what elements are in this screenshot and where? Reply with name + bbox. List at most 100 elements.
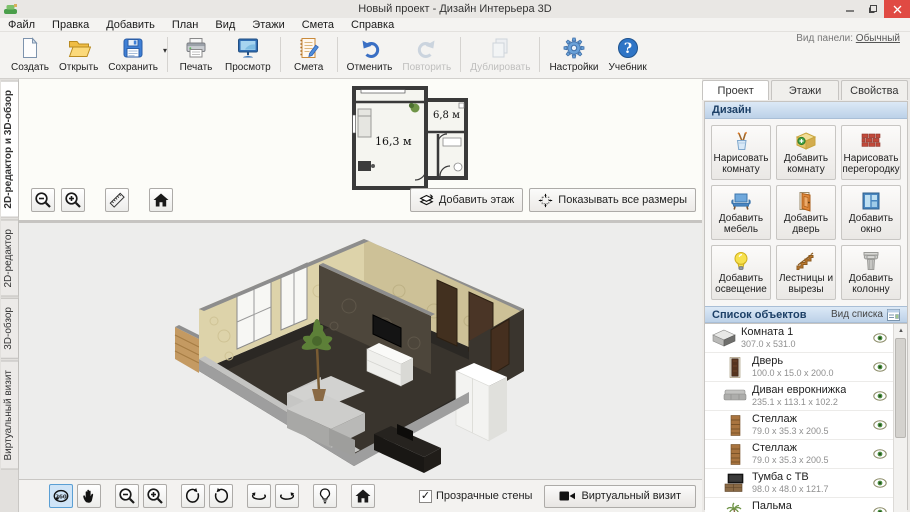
- visibility-eye-icon[interactable]: [873, 333, 887, 346]
- duplicate-icon: [488, 36, 512, 60]
- add-floor-button[interactable]: Добавить этаж: [410, 188, 523, 212]
- plan-2d-canvas[interactable]: 16,3 м 6,8 м Добавить этаж Показывать в: [19, 79, 702, 220]
- menu-add[interactable]: Добавить: [106, 19, 155, 31]
- visibility-eye-icon[interactable]: [873, 478, 887, 491]
- menu-plan[interactable]: План: [172, 19, 199, 31]
- estimate-notepad-icon: [297, 36, 321, 60]
- undo-button[interactable]: Отменить: [342, 34, 398, 78]
- orbit-left-button[interactable]: [247, 484, 271, 508]
- reset-view-button[interactable]: [351, 484, 375, 508]
- draw-room-button[interactable]: Нарисовать комнату: [711, 125, 771, 180]
- menu-file[interactable]: Файл: [8, 19, 35, 31]
- object-row-shelf[interactable]: Стеллаж79.0 x 35.3 x 200.5: [705, 411, 907, 440]
- preview-button[interactable]: Просмотр: [220, 34, 276, 78]
- orbit-right-button[interactable]: [275, 484, 299, 508]
- estimate-button[interactable]: Смета: [285, 34, 333, 78]
- view-3d-toolbar: 360 ✓: [19, 479, 702, 512]
- maximize-button[interactable]: [861, 0, 884, 18]
- window-icon: [860, 190, 882, 212]
- close-button[interactable]: [884, 0, 910, 18]
- right-panel-tabs: Проект Этажи Свойства: [702, 79, 910, 100]
- plan-measure-button[interactable]: [105, 188, 129, 212]
- orbit-left-icon: [250, 487, 268, 505]
- add-column-button[interactable]: Добавить колонну: [841, 245, 901, 300]
- objects-section-header: Список объектов Вид списка: [705, 306, 907, 323]
- menu-help[interactable]: Справка: [351, 19, 394, 31]
- object-row-sofa[interactable]: Диван еврокнижка235.1 x 113.1 x 102.2: [705, 382, 907, 411]
- save-dropdown-arrow[interactable]: ▾: [163, 46, 167, 55]
- menu-floors[interactable]: Этажи: [252, 19, 284, 31]
- menu-view[interactable]: Вид: [215, 19, 235, 31]
- app-window: Новый проект - Дизайн Интерьера 3D Файл …: [0, 0, 910, 512]
- add-room-button[interactable]: Добавить комнату: [776, 125, 836, 180]
- visibility-eye-icon[interactable]: [873, 449, 887, 462]
- objects-scrollbar[interactable]: ▲ ▼: [893, 324, 907, 512]
- add-room-icon: [795, 130, 817, 152]
- panel-view-link[interactable]: Обычный: [856, 33, 900, 44]
- show-all-dimensions-button[interactable]: Показывать все размеры: [529, 188, 696, 212]
- virtual-visit-button[interactable]: Виртуальный визит: [544, 485, 696, 508]
- add-furniture-button[interactable]: Добавить мебель: [711, 185, 771, 240]
- stairs-icon: [795, 250, 817, 272]
- zoom-out-3d-button[interactable]: [115, 484, 139, 508]
- tab-floors[interactable]: Этажи: [771, 80, 838, 100]
- plan-home-button[interactable]: [149, 188, 173, 212]
- room-small-area-label: 6,8 м: [433, 110, 460, 121]
- minimize-button[interactable]: [838, 0, 861, 18]
- visibility-eye-icon[interactable]: [873, 507, 887, 512]
- add-door-button[interactable]: Добавить дверь: [776, 185, 836, 240]
- view-list-control[interactable]: Вид списка: [831, 309, 900, 321]
- save-project-button[interactable]: Сохранить ▾: [103, 34, 163, 78]
- view-3d-canvas[interactable]: [19, 223, 702, 479]
- toolbar-separator: [539, 37, 540, 72]
- tab-virtual-visit[interactable]: Виртуальный визит: [1, 361, 19, 470]
- rotate-cw-button[interactable]: [209, 484, 233, 508]
- door-thumb-icon: [729, 357, 741, 378]
- print-button[interactable]: Печать: [172, 34, 220, 78]
- visibility-eye-icon[interactable]: [873, 420, 887, 433]
- tab-project[interactable]: Проект: [702, 80, 769, 100]
- tutorial-button[interactable]: ? Учебник: [604, 34, 652, 78]
- shelf-thumb-icon: [730, 444, 741, 465]
- camera-icon: [559, 490, 575, 502]
- shelf-thumb-icon: [730, 415, 741, 436]
- new-project-button[interactable]: Создать: [6, 34, 54, 78]
- tab-2d-and-3d[interactable]: 2D-редактор и 3D-обзор: [1, 81, 19, 218]
- project-tab-content: Дизайн Нарисовать комнату Добавить комна…: [704, 101, 908, 510]
- object-row-palm[interactable]: Пальма127.4 x 116.2 x 158.5: [705, 498, 907, 512]
- tab-3d-view[interactable]: 3D-обзор: [1, 298, 19, 359]
- palm-thumb-icon: [725, 502, 745, 512]
- open-project-button[interactable]: Открыть: [54, 34, 103, 78]
- duplicate-button[interactable]: Дублировать: [465, 34, 535, 78]
- tab-2d-editor[interactable]: 2D-редактор: [1, 220, 19, 297]
- draw-partition-button[interactable]: Нарисовать перегородку: [841, 125, 901, 180]
- printer-icon: [184, 36, 208, 60]
- brick-wall-icon: [860, 130, 882, 152]
- settings-button[interactable]: Настройки: [544, 34, 603, 78]
- visibility-eye-icon[interactable]: [873, 362, 887, 375]
- menu-estimate[interactable]: Смета: [302, 19, 334, 31]
- view-360-button[interactable]: 360: [49, 484, 73, 508]
- lighting-button[interactable]: [313, 484, 337, 508]
- plan-zoom-out-button[interactable]: [31, 188, 55, 212]
- transparent-walls-checkbox[interactable]: ✓ Прозрачные стены: [419, 490, 532, 503]
- zoom-in-3d-button[interactable]: [143, 484, 167, 508]
- redo-button[interactable]: Повторить: [397, 34, 456, 78]
- add-window-button[interactable]: Добавить окно: [841, 185, 901, 240]
- dimensions-icon: [538, 193, 553, 208]
- object-row-tv-stand[interactable]: Тумба с ТВ98.0 x 48.0 x 121.7: [705, 469, 907, 498]
- menu-edit[interactable]: Правка: [52, 19, 89, 31]
- pan-button[interactable]: [77, 484, 101, 508]
- scroll-up-arrow[interactable]: ▲: [894, 324, 907, 337]
- object-row-door[interactable]: Дверь100.0 x 15.0 x 200.0: [705, 353, 907, 382]
- object-row-shelf[interactable]: Стеллаж79.0 x 35.3 x 200.5: [705, 440, 907, 469]
- plan-zoom-in-button[interactable]: [61, 188, 85, 212]
- rotate-ccw-button[interactable]: [181, 484, 205, 508]
- stairs-and-openings-button[interactable]: Лестницы и вырезы: [776, 245, 836, 300]
- visibility-eye-icon[interactable]: [873, 391, 887, 404]
- zoom-in-icon: [146, 487, 164, 505]
- tab-properties[interactable]: Свойства: [841, 80, 908, 100]
- object-row-room[interactable]: Комната 1307.0 x 531.0: [705, 324, 907, 353]
- scrollbar-thumb[interactable]: [895, 338, 906, 438]
- add-lighting-button[interactable]: Добавить освещение: [711, 245, 771, 300]
